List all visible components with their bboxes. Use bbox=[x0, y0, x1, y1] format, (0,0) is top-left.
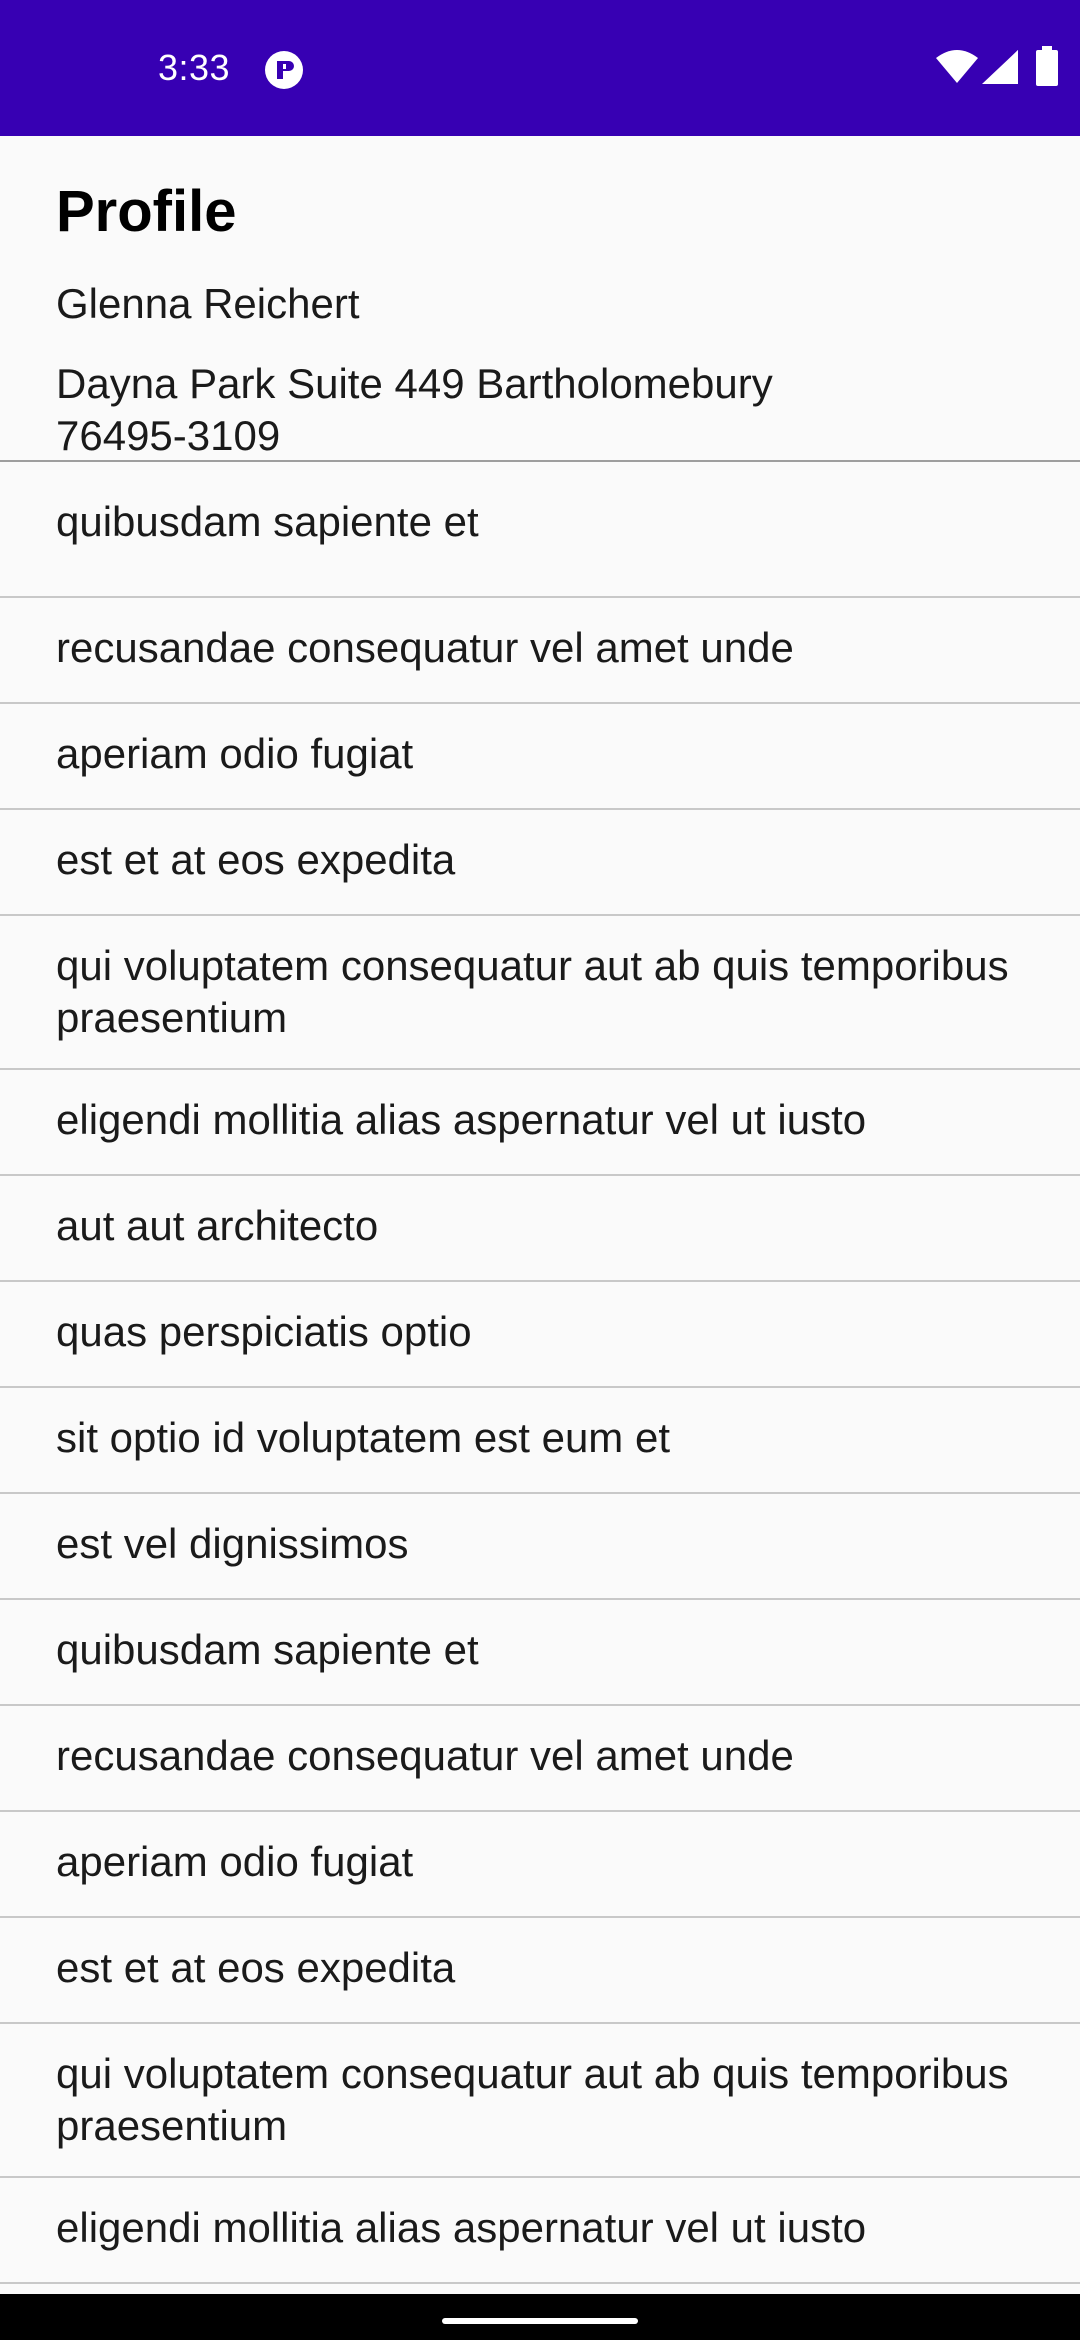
list-item[interactable]: eligendi mollitia alias aspernatur vel u… bbox=[0, 1070, 1080, 1176]
notification-icon bbox=[264, 50, 304, 90]
list-item[interactable]: est et at eos expedita bbox=[0, 810, 1080, 916]
list-item[interactable]: eligendi mollitia alias aspernatur vel u… bbox=[0, 2178, 1080, 2284]
navigation-bar bbox=[0, 2294, 1080, 2340]
list-item[interactable]: aperiam odio fugiat bbox=[0, 1812, 1080, 1918]
list-item[interactable]: qui voluptatem consequatur aut ab quis t… bbox=[0, 2024, 1080, 2178]
list-item[interactable]: recusandae consequatur vel amet unde bbox=[0, 1706, 1080, 1812]
list-item[interactable]: aut aut architecto bbox=[0, 1176, 1080, 1282]
list-item[interactable]: sit optio id voluptatem est eum et bbox=[0, 1388, 1080, 1494]
profile-screen: Profile Glenna Reichert Dayna Park Suite… bbox=[0, 136, 1080, 2294]
list-item[interactable]: quas perspiciatis optio bbox=[0, 1282, 1080, 1388]
list-item[interactable]: quibusdam sapiente et bbox=[0, 496, 1080, 598]
list-item[interactable]: est vel dignissimos bbox=[0, 1494, 1080, 1600]
profile-header: Profile Glenna Reichert Dayna Park Suite… bbox=[0, 136, 1080, 462]
home-gesture-handle[interactable] bbox=[442, 2318, 638, 2324]
list-item[interactable]: recusandae consequatur vel amet unde bbox=[0, 598, 1080, 704]
status-bar: 3:33 bbox=[0, 0, 1080, 136]
list-item[interactable]: aperiam odio fugiat bbox=[0, 704, 1080, 810]
list-item[interactable]: est et at eos expedita bbox=[0, 1918, 1080, 2024]
profile-address: Dayna Park Suite 449 Bartholomebury 7649… bbox=[56, 360, 773, 459]
signal-icon bbox=[982, 50, 1018, 84]
wifi-icon bbox=[936, 50, 978, 84]
battery-icon bbox=[1036, 46, 1058, 86]
list-item[interactable]: qui voluptatem consequatur aut ab quis t… bbox=[0, 916, 1080, 1070]
profile-name: Glenna Reichert bbox=[56, 280, 360, 327]
list-item[interactable]: quibusdam sapiente et bbox=[0, 1600, 1080, 1706]
status-time: 3:33 bbox=[158, 47, 231, 88]
page-title: Profile bbox=[56, 179, 237, 244]
item-list: quibusdam sapiente et recusandae consequ… bbox=[0, 462, 1080, 2284]
